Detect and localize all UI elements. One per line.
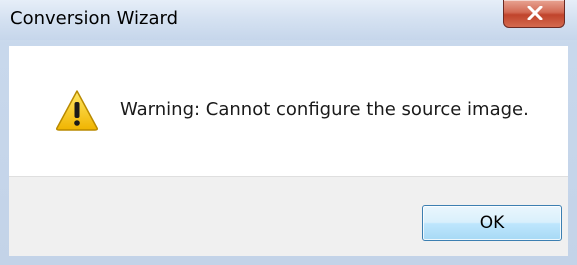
ok-button[interactable]: OK: [422, 205, 562, 241]
message-area: Warning: Cannot configure the source ima…: [9, 46, 568, 176]
warning-message: Warning: Cannot configure the source ima…: [120, 99, 529, 120]
conversion-wizard-dialog: Conversion Wizard Warning: Cannot config…: [0, 0, 577, 265]
warning-triangle-icon: [56, 90, 98, 131]
button-bar: OK: [9, 176, 568, 256]
title-bar[interactable]: Conversion Wizard: [0, 0, 577, 40]
window-title: Conversion Wizard: [10, 8, 179, 29]
close-x-icon: [527, 6, 543, 20]
close-button[interactable]: [503, 0, 565, 28]
